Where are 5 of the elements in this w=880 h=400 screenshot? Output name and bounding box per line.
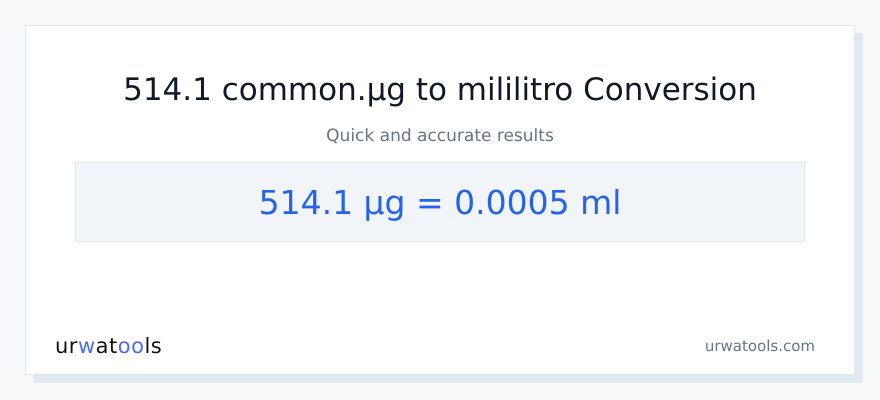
site-url: urwatools.com (704, 337, 815, 355)
page-title: 514.1 common.µg to mililitro Conversion (123, 71, 757, 110)
subtitle: Quick and accurate results (326, 125, 554, 148)
logo: urwatools (55, 334, 162, 358)
conversion-result: 514.1 µg = 0.0005 ml (258, 182, 622, 222)
